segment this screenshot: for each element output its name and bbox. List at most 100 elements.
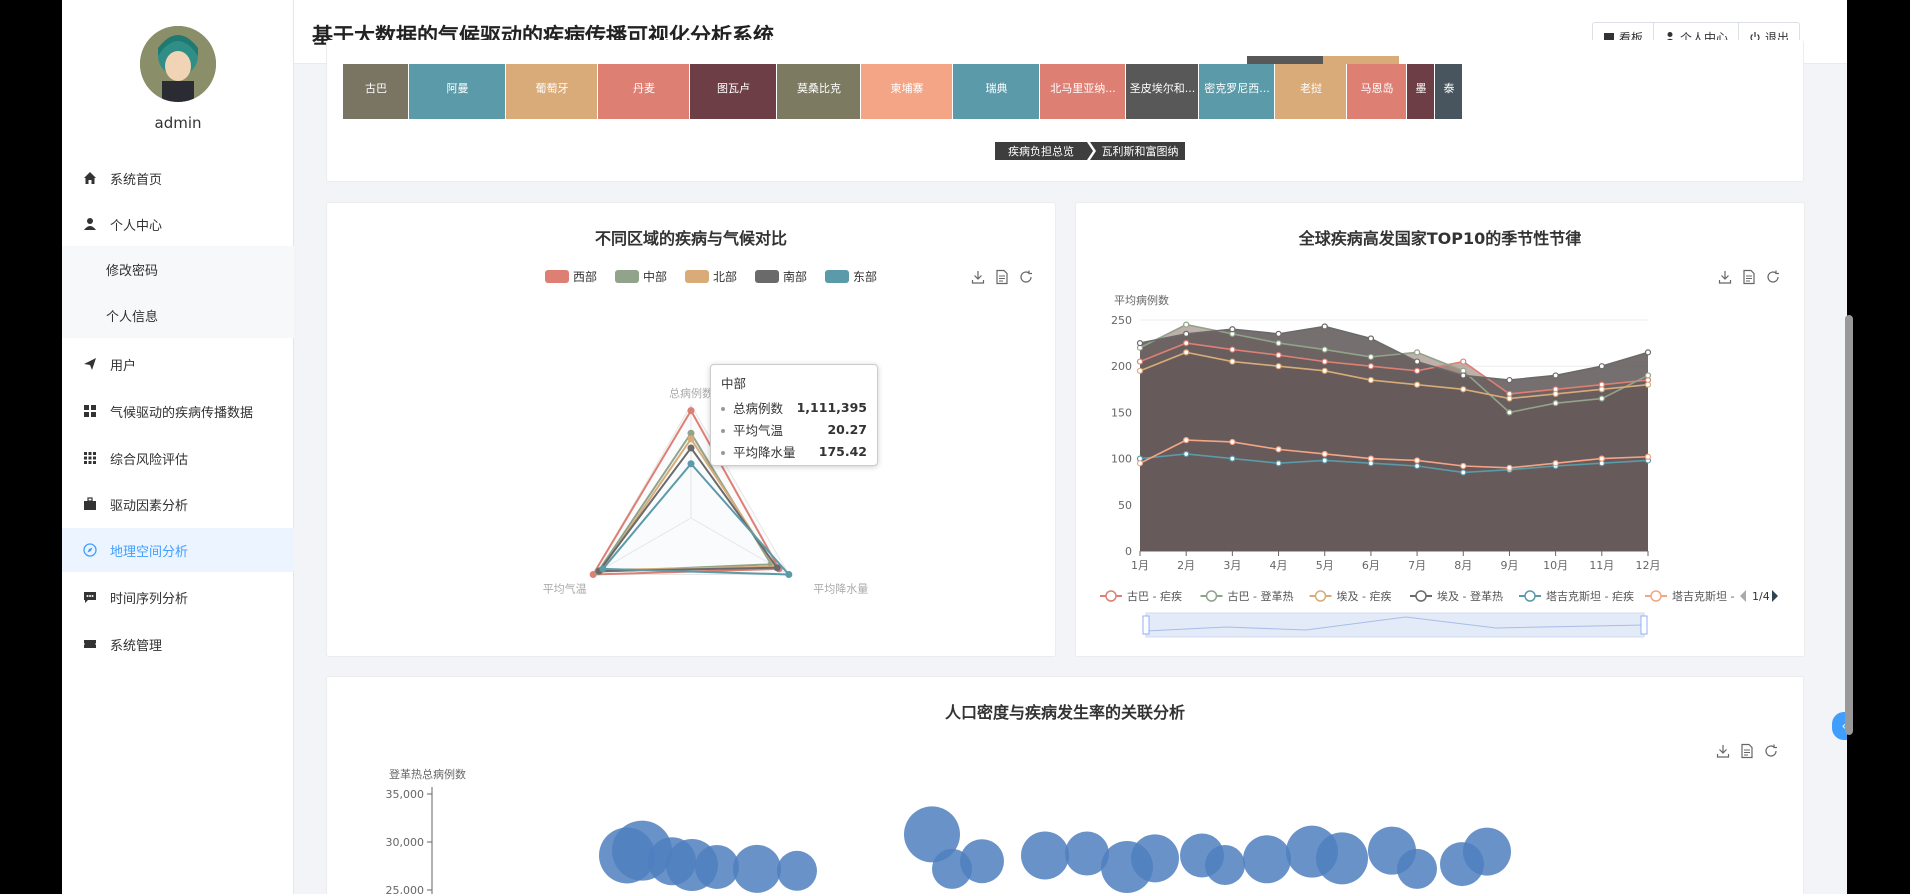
series-point — [1275, 363, 1282, 370]
series-point — [1367, 455, 1375, 462]
sidebar-item-system-admin[interactable]: 系统管理 — [62, 622, 294, 666]
series-point — [1183, 330, 1190, 337]
legend-label: 埃及 - 登革热 — [1437, 589, 1503, 603]
ticket-icon — [82, 636, 98, 652]
legend-swatch — [615, 270, 639, 283]
bubble-point — [733, 844, 781, 893]
sidebar-item-geo-analysis[interactable]: 地理空间分析 — [62, 528, 294, 572]
y-tick-label: 35,000 — [386, 788, 425, 801]
series-point — [1275, 352, 1282, 359]
y-tick-label: 25,000 — [386, 884, 425, 894]
series-point — [1460, 462, 1467, 470]
series-point — [1598, 386, 1605, 393]
sidebar-item-users[interactable]: 用户 — [62, 342, 294, 386]
treemap-cell-label: 阿曼 — [447, 82, 469, 95]
sidebar-item-label: 系统首页 — [110, 172, 163, 188]
bubble-point — [695, 844, 739, 889]
legend-next-icon — [1772, 590, 1778, 602]
series-point — [1413, 367, 1421, 374]
series-point — [1136, 460, 1144, 467]
legend-swatch — [545, 270, 569, 283]
series-point — [1321, 323, 1328, 330]
sidebar-item-label: 个人中心 — [110, 218, 163, 234]
tooltip-row: 平均降水量 175.42 — [721, 440, 867, 462]
legend-swatch — [1415, 590, 1427, 602]
x-tick-label: 2月 — [1177, 559, 1195, 572]
radar-point — [687, 460, 695, 468]
sidebar-item-home[interactable]: 系统首页 — [62, 156, 294, 200]
send-icon — [82, 356, 98, 372]
sidebar-item-risk-assessment[interactable]: 综合风险评估 — [62, 436, 294, 480]
sidebar-item-time-series[interactable]: 时间序列分析 — [62, 575, 294, 619]
series-point — [1460, 372, 1467, 379]
sidebar-item-driver-analysis[interactable]: 驱动因素分析 — [62, 482, 294, 526]
series-point — [1367, 363, 1375, 370]
username: admin — [154, 114, 202, 132]
series-point — [1183, 349, 1190, 356]
treemap-cell-label: 古巴 — [365, 82, 387, 95]
treemap-cell-label: 葡萄牙 — [536, 82, 569, 95]
radar-point — [785, 571, 793, 578]
y-tick-label: 50 — [1118, 499, 1132, 512]
y-axis-title: 登革热总病例数 — [389, 767, 466, 781]
treemap-cell-label: 图瓦卢 — [717, 82, 750, 95]
series-point — [1413, 457, 1421, 464]
series-point — [1552, 390, 1559, 398]
tooltip-value: 1,111,395 — [796, 399, 867, 415]
legend-swatch — [1524, 590, 1536, 602]
seasonal-chart: 平均病例数 250 200 150 100 50 01月 2月 3月 4月 5月 6月 7月 8月 9月 10… — [1100, 293, 1778, 638]
tooltip-label: 平均气温 — [733, 422, 784, 438]
page-scrollbar[interactable] — [1845, 315, 1853, 735]
series-point — [1644, 349, 1652, 356]
series-point — [1321, 346, 1328, 353]
series-point — [1275, 460, 1282, 467]
radar-chart: 西部 中部 北部 南部 东部总病例数平均气温 平均降水量 — [543, 269, 877, 596]
avatar[interactable] — [140, 26, 216, 102]
treemap-cell-label: 莫桑比克 — [797, 82, 841, 95]
tooltip-label: 平均降水量 — [733, 444, 796, 460]
legend-label: 埃及 - 疟疾 — [1337, 589, 1392, 603]
sidebar-item-disease-data[interactable]: 气候驱动的疾病传播数据 — [62, 389, 294, 433]
series-point — [1183, 321, 1190, 328]
series-point — [1321, 367, 1328, 374]
series-point — [1552, 460, 1559, 467]
series-point — [1506, 395, 1513, 402]
tooltip-value: 175.42 — [818, 443, 867, 459]
legend-label: 塔吉克斯坦 - — [1672, 589, 1734, 603]
series-area — [1140, 326, 1648, 551]
legend-swatch — [755, 270, 779, 283]
series-point — [1506, 464, 1513, 471]
treemap-cell-label: 丹麦 — [633, 82, 655, 95]
user-icon — [82, 216, 98, 232]
radar-point — [687, 407, 695, 415]
series-point — [1598, 455, 1605, 462]
sidebar-item-profile-center[interactable]: 个人中心 — [62, 202, 294, 246]
x-tick-label: 1月 — [1131, 559, 1149, 572]
treemap-cell-label: 北马里亚纳... — [1050, 82, 1116, 95]
radar-card: 不同区域的疾病与气候对比 西部 中部 北部 南部 东部 总病例数 平均气温 平均降水量 中部 … — [326, 202, 1056, 657]
series-point — [1644, 372, 1652, 379]
bubble-point — [960, 839, 1004, 884]
treemap-cell-label: 泰 — [1444, 81, 1455, 95]
radar-point — [687, 444, 695, 452]
sidebar-item-personal-info[interactable]: 个人信息 — [62, 292, 294, 338]
series-point — [1460, 386, 1467, 393]
series-point — [1644, 453, 1652, 460]
bubble-card: 人口密度与疾病发生率的关联分析 登革热总病例数 35,000 30,000 25,00… — [326, 676, 1804, 894]
y-tick-label: 100 — [1111, 453, 1132, 466]
treemap-cell-label: 柬埔寨 — [891, 81, 924, 95]
sidebar: admin 系统首页 个人中心 修改密码 个人信息 用户 气候驱动的疾病传播数据… — [62, 0, 294, 894]
app-screen: admin 系统首页 个人中心 修改密码 个人信息 用户 气候驱动的疾病传播数据… — [62, 0, 1847, 894]
series-point — [1367, 353, 1375, 361]
series-point — [1275, 446, 1282, 453]
sidebar-item-change-password[interactable]: 修改密码 — [62, 246, 294, 292]
seasonal-card: 全球疾病高发国家TOP10的季节性节律 平均病例数 250 200 150 100 50 0… — [1075, 202, 1805, 657]
tooltip-row: 总病例数 1,111,395 — [721, 396, 867, 418]
legend-swatch — [1205, 590, 1218, 602]
bubble-point — [1397, 848, 1437, 889]
sidebar-item-label: 修改密码 — [106, 263, 159, 279]
radar-indicator-label: 平均气温 — [543, 582, 587, 596]
treemap-cell — [1323, 56, 1399, 64]
legend-label: 西部 — [573, 269, 597, 284]
legend-swatch — [825, 270, 849, 283]
